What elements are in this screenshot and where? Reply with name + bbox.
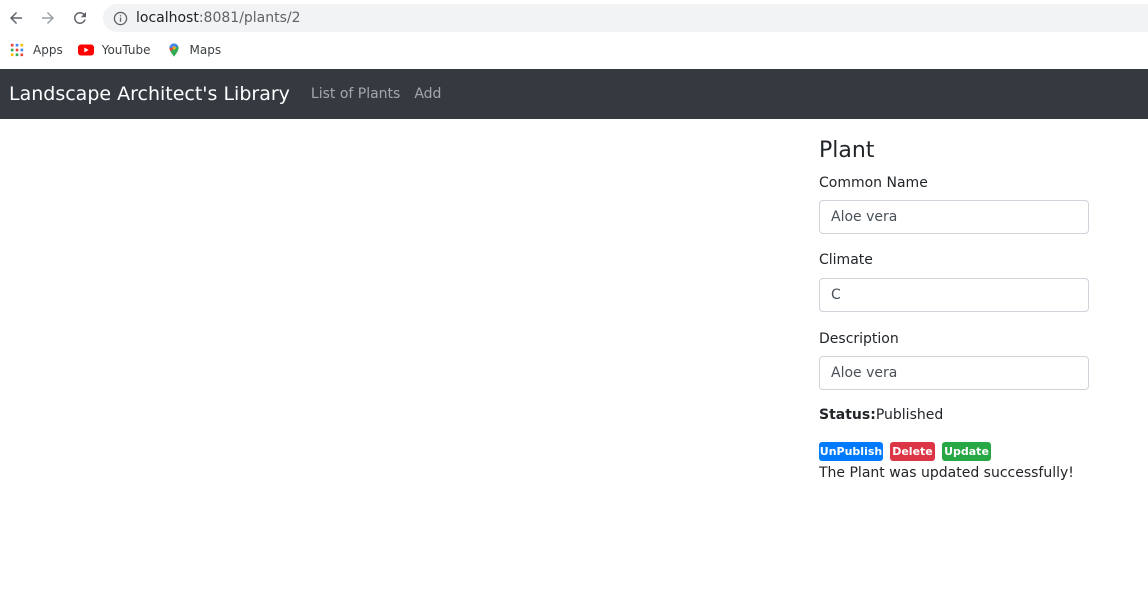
- forward-button[interactable]: [36, 6, 60, 30]
- forward-arrow-icon: [42, 12, 54, 24]
- url-text: localhost:8081/plants/2: [136, 10, 301, 26]
- site-info-icon[interactable]: [112, 10, 128, 26]
- bookmark-label: Maps: [189, 43, 222, 57]
- form-title: Plant: [819, 138, 875, 163]
- action-buttons: UnPublish Delete Update: [819, 442, 1089, 461]
- bookmarks-bar: Apps YouTube Maps: [0, 38, 227, 62]
- status-line: Status:Published: [819, 407, 1089, 423]
- youtube-icon: [77, 42, 94, 58]
- navbar-brand[interactable]: Landscape Architect's Library: [9, 83, 290, 105]
- unpublish-button[interactable]: UnPublish: [819, 442, 883, 461]
- back-button[interactable]: [4, 6, 28, 30]
- plant-edit-form: Plant Common Name Aloe vera Climate C De…: [819, 133, 1089, 481]
- browser-toolbar: localhost:8081/plants/2 Apps YouTube Map: [0, 0, 1148, 69]
- maps-pin-icon: [166, 42, 182, 58]
- url-path: :8081/plants/2: [198, 10, 301, 26]
- back-arrow-icon: [10, 12, 22, 24]
- climate-label: Climate: [819, 252, 873, 268]
- common-name-input[interactable]: Aloe vera: [819, 200, 1089, 234]
- status-value: Published: [875, 407, 944, 423]
- description-label: Description: [819, 331, 899, 347]
- reload-button[interactable]: [68, 6, 92, 30]
- bookmark-maps[interactable]: Maps: [166, 42, 222, 58]
- bookmark-label: Apps: [33, 43, 63, 57]
- app-navbar: Landscape Architect's Library List of Pl…: [0, 69, 1148, 119]
- nav-link-list-of-plants[interactable]: List of Plants: [311, 86, 400, 102]
- status-label: Status:: [819, 407, 876, 423]
- bookmark-apps[interactable]: Apps: [9, 42, 63, 58]
- success-message: The Plant was updated successfully!: [819, 465, 1074, 481]
- nav-link-add[interactable]: Add: [414, 86, 441, 102]
- common-name-label: Common Name: [819, 175, 928, 191]
- update-button[interactable]: Update: [942, 442, 991, 461]
- apps-grid-icon: [9, 42, 25, 58]
- address-bar[interactable]: localhost:8081/plants/2: [103, 4, 1148, 32]
- climate-input[interactable]: C: [819, 278, 1089, 312]
- delete-button[interactable]: Delete: [890, 442, 935, 461]
- bookmark-youtube[interactable]: YouTube: [77, 42, 151, 58]
- url-host: localhost: [136, 10, 199, 26]
- bookmark-label: YouTube: [101, 43, 151, 57]
- reload-icon: [73, 11, 86, 24]
- description-input[interactable]: Aloe vera: [819, 356, 1089, 390]
